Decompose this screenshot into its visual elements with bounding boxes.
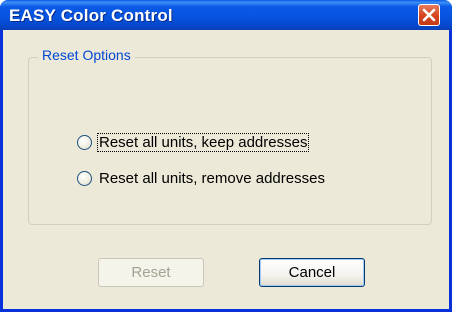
title-bar[interactable]: EASY Color Control	[0, 0, 452, 30]
window-title: EASY Color Control	[9, 6, 173, 25]
radio-button-remove-addresses[interactable]	[77, 171, 92, 186]
close-button[interactable]	[418, 4, 440, 26]
reset-options-label: Reset Options	[38, 47, 135, 63]
reset-button: Reset	[98, 258, 204, 287]
radio-remove-addresses[interactable]: Reset all units, remove addresses	[77, 170, 326, 187]
radio-label-remove-addresses: Reset all units, remove addresses	[99, 170, 325, 187]
radio-label-keep-addresses: Reset all units, keep addresses	[96, 133, 310, 152]
radio-button-keep-addresses[interactable]	[77, 135, 92, 150]
radio-keep-addresses[interactable]: Reset all units, keep addresses	[77, 133, 310, 152]
cancel-button[interactable]: Cancel	[259, 258, 365, 287]
close-icon	[419, 5, 439, 25]
